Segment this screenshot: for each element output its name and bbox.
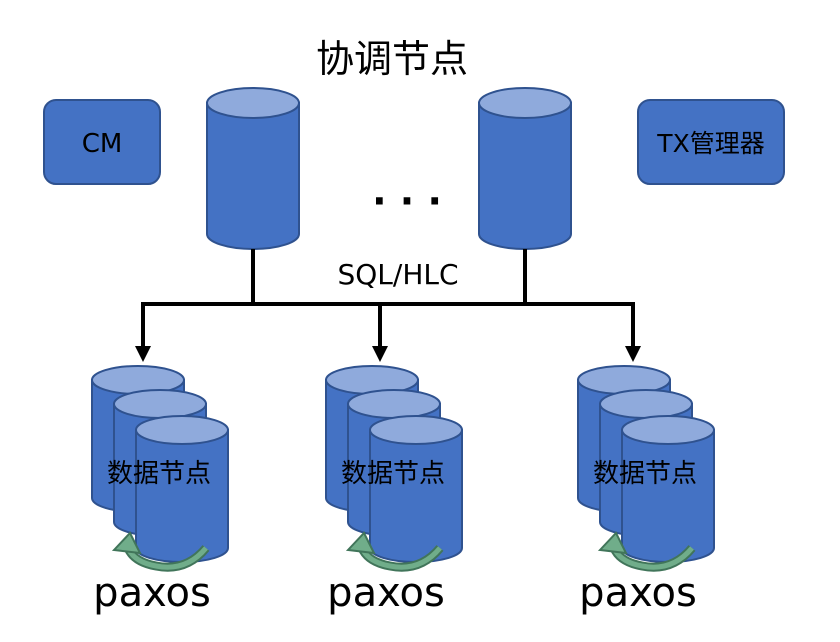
paxos-caption: paxos	[327, 570, 445, 616]
data-node-label: 数据节点	[593, 459, 697, 489]
data-node-cylinder	[135, 415, 229, 563]
tx-manager-box: TX管理器	[637, 99, 785, 185]
arrow-down-icon	[135, 346, 151, 362]
coordinator-node-left	[206, 87, 300, 250]
arrow-down-icon	[625, 346, 641, 362]
ellipsis: · · ·	[372, 179, 442, 223]
data-node-cylinder	[369, 415, 463, 563]
data-node-label: 数据节点	[107, 459, 211, 489]
arrow-down-icon	[372, 346, 388, 362]
data-node-group: 数据节点 paxos	[91, 365, 229, 616]
data-node-cylinder	[621, 415, 715, 563]
cm-box: CM	[43, 99, 161, 185]
data-node-group: 数据节点 paxos	[325, 365, 463, 616]
cm-label: CM	[82, 129, 123, 159]
data-node-label: 数据节点	[341, 459, 445, 489]
data-node-group: 数据节点 paxos	[577, 365, 715, 616]
architecture-diagram: 协调节点 CM TX管理器 · · · SQL/HLC 数据节点paxos数据节…	[43, 37, 785, 616]
tx-manager-label: TX管理器	[656, 129, 764, 158]
bus-label: SQL/HLC	[337, 258, 458, 291]
paxos-caption: paxos	[579, 570, 697, 616]
coordinator-title: 协调节点	[316, 37, 468, 81]
coordinator-node-right	[478, 87, 572, 250]
paxos-caption: paxos	[93, 570, 211, 616]
